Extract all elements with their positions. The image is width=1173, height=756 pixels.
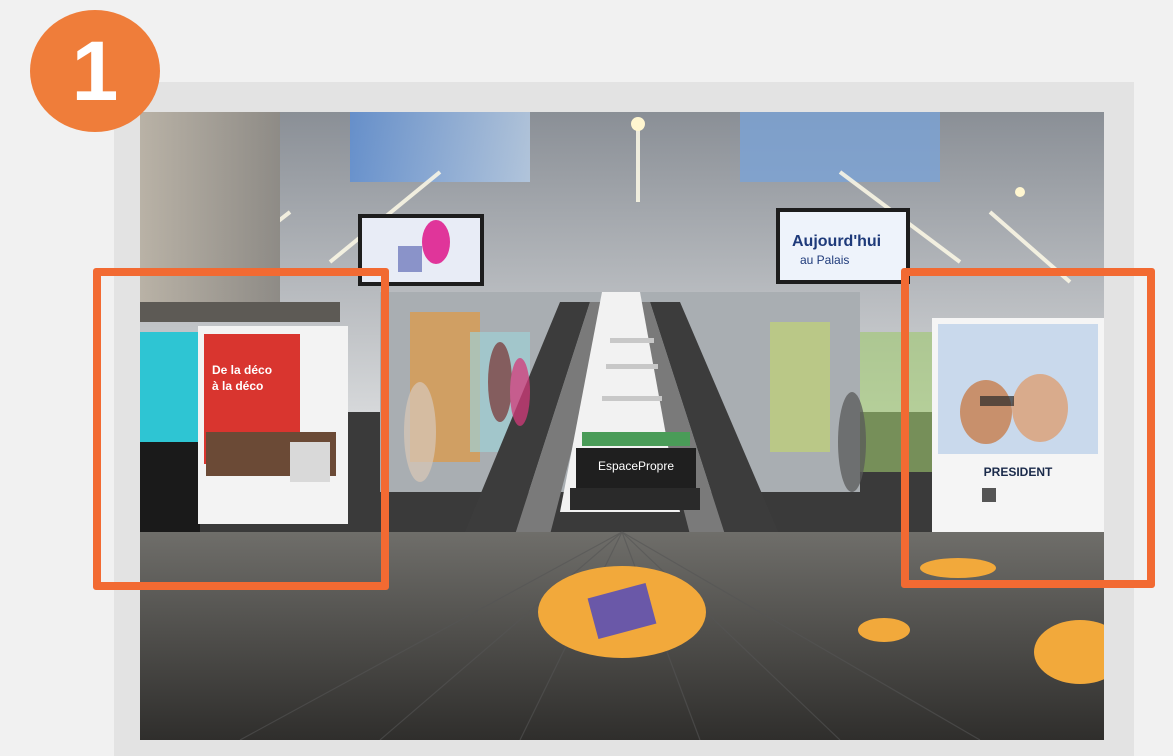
left-highlight-box <box>93 268 389 590</box>
right-highlight-box <box>901 268 1155 588</box>
stairs-brand-text: EspacePropre <box>598 459 674 473</box>
screen-right-line2: au Palais <box>800 253 849 267</box>
step-number-badge: 1 <box>30 10 160 132</box>
step-number: 1 <box>71 24 119 118</box>
screen-right-line1: Aujourd'hui <box>792 233 881 250</box>
